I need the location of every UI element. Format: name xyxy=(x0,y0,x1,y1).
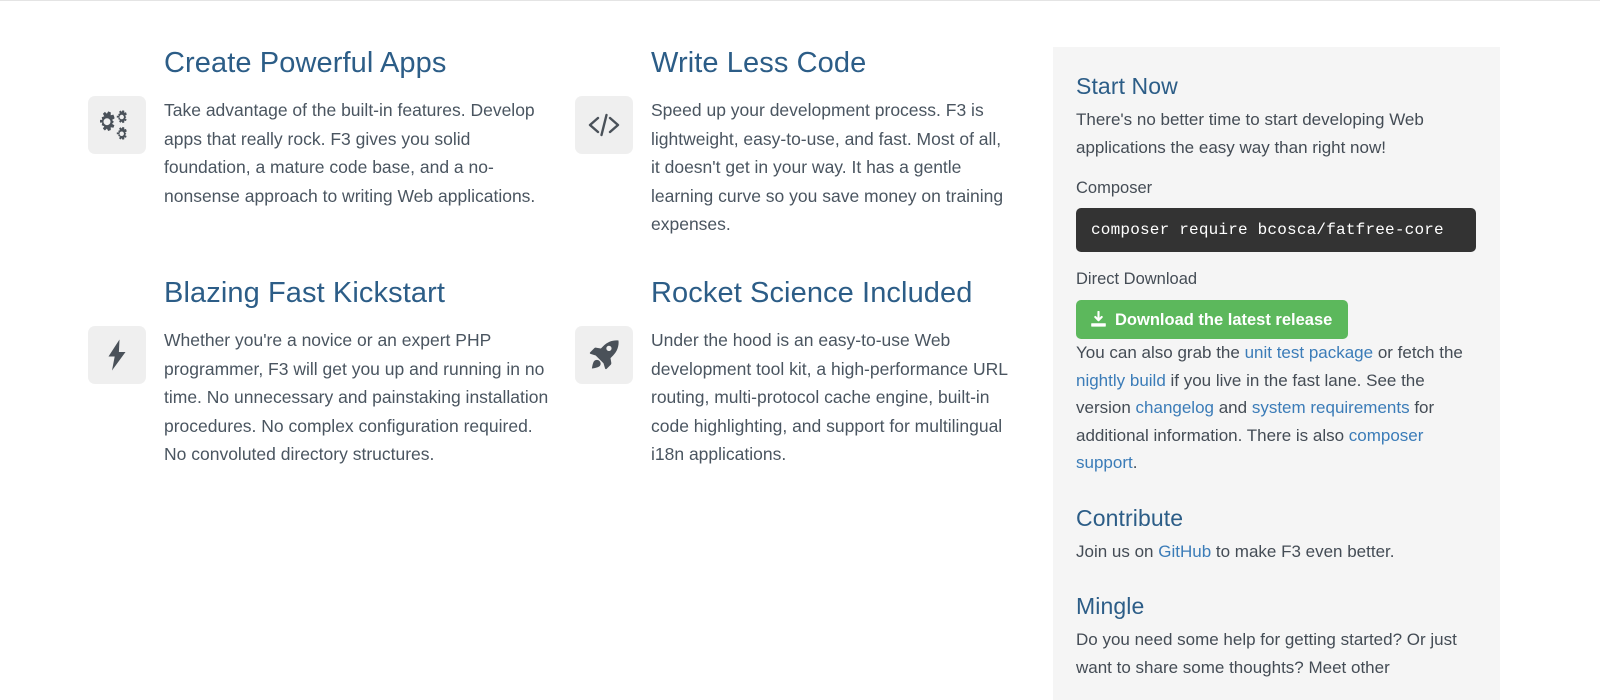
feature-card-write-less-code: Write Less Code Speed up your developmen… xyxy=(575,47,1028,239)
page-root: Create Powerful Apps Take advantage of t… xyxy=(0,0,1600,700)
unit-test-package-link[interactable]: unit test package xyxy=(1245,343,1374,362)
text-fragment: Join us on xyxy=(1076,541,1159,561)
start-now-panel: Start Now There's no better time to star… xyxy=(1053,47,1500,700)
gears-icon xyxy=(88,96,146,155)
extra-resources-paragraph: You can also grab the unit test package … xyxy=(1076,339,1476,477)
text-fragment: and xyxy=(1214,398,1252,418)
feature-title: Write Less Code xyxy=(651,47,867,79)
feature-body: Speed up your development process. F3 is… xyxy=(575,96,1010,239)
feature-card-blazing-fast-kickstart: Blazing Fast Kickstart Whether you're a … xyxy=(88,277,575,469)
mingle-heading: Mingle xyxy=(1076,593,1145,620)
system-requirements-link[interactable]: system requirements xyxy=(1252,398,1410,417)
direct-download-label: Direct Download xyxy=(1076,270,1198,289)
composer-command-block[interactable]: composer require bcosca/fatfree-core xyxy=(1076,208,1476,253)
download-tray-icon xyxy=(1090,311,1107,328)
contribute-paragraph: Join us on GitHub to make F3 even better… xyxy=(1076,538,1476,566)
feature-card-create-powerful-apps: Create Powerful Apps Take advantage of t… xyxy=(88,47,575,239)
text-fragment: . xyxy=(1132,453,1138,473)
feature-card-rocket-science-included: Rocket Science Included Under the hood i… xyxy=(575,277,1028,469)
lightning-bolt-icon xyxy=(88,326,146,385)
text-fragment: or fetch the xyxy=(1373,343,1463,363)
download-latest-release-button[interactable]: Download the latest release xyxy=(1076,300,1349,340)
feature-body: Take advantage of the built-in features.… xyxy=(88,96,557,210)
feature-description: Speed up your development process. F3 is… xyxy=(651,100,1004,235)
feature-title: Create Powerful Apps xyxy=(164,47,447,79)
feature-description: Under the hood is an easy-to-use Web dev… xyxy=(651,330,1008,465)
start-now-intro: There's no better time to start developi… xyxy=(1076,110,1424,157)
feature-title: Rocket Science Included xyxy=(651,276,973,309)
feature-title: Blazing Fast Kickstart xyxy=(164,276,446,309)
text-fragment: You can also grab the xyxy=(1076,343,1245,363)
rocket-icon xyxy=(575,326,633,385)
start-now-heading: Start Now xyxy=(1076,73,1178,99)
composer-label: Composer xyxy=(1076,179,1153,198)
feature-body: Whether you're a novice or an expert PHP… xyxy=(88,326,557,469)
nightly-build-link[interactable]: nightly build xyxy=(1076,371,1166,390)
changelog-link[interactable]: changelog xyxy=(1136,398,1214,417)
github-link[interactable]: GitHub xyxy=(1158,542,1211,561)
text-fragment: to make F3 even better. xyxy=(1211,541,1395,561)
composer-command-text: composer require bcosca/fatfree-core xyxy=(1091,221,1444,240)
feature-body: Under the hood is an easy-to-use Web dev… xyxy=(575,326,1010,469)
code-brackets-icon xyxy=(575,96,633,155)
download-button-label: Download the latest release xyxy=(1115,310,1333,329)
feature-description: Whether you're a novice or an expert PHP… xyxy=(164,330,549,465)
feature-grid: Create Powerful Apps Take advantage of t… xyxy=(88,47,1028,469)
feature-description: Take advantage of the built-in features.… xyxy=(164,100,536,206)
contribute-heading: Contribute xyxy=(1076,504,1184,531)
mingle-paragraph: Do you need some help for getting starte… xyxy=(1076,630,1457,677)
